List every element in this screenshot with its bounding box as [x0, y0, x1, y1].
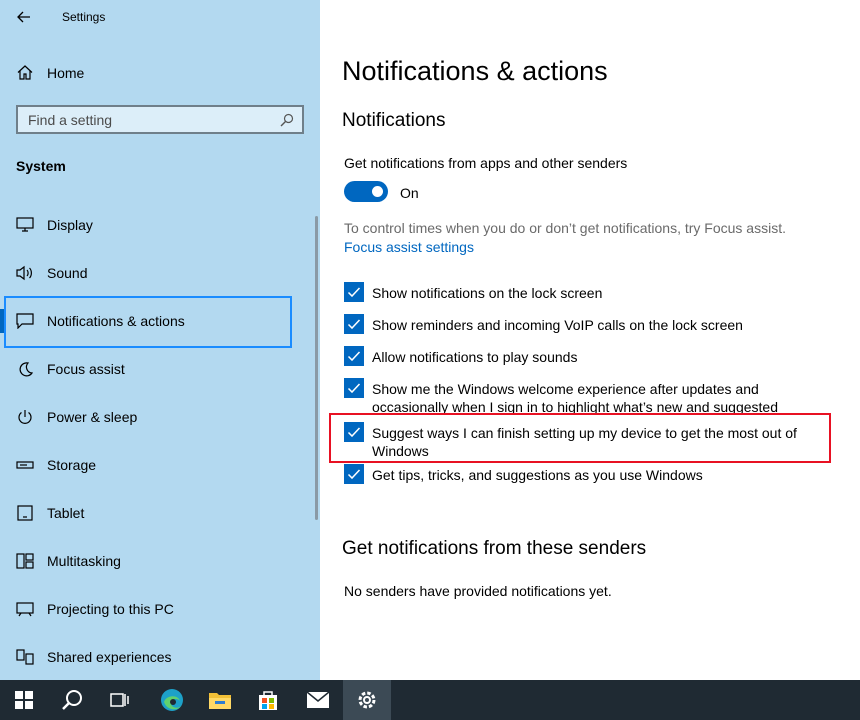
mail-button[interactable] [294, 680, 342, 720]
checkbox-lock-screen[interactable]: Show notifications on the lock screen [344, 282, 794, 302]
checkbox-tips-tricks[interactable]: Get tips, tricks, and suggestions as you… [344, 464, 794, 484]
sidebar-item-label: Storage [47, 457, 97, 473]
checkmark-icon [347, 287, 361, 298]
notifications-heading: Notifications [342, 110, 446, 131]
no-senders-text: No senders have provided notifications y… [344, 583, 612, 599]
checkbox[interactable] [344, 422, 364, 442]
sidebar-item-label: Tablet [47, 505, 85, 521]
checkmark-icon [347, 383, 361, 394]
home-nav-item[interactable]: Home [0, 57, 320, 89]
checkbox-label: Suggest ways I can finish setting up my … [372, 425, 797, 459]
search-icon [280, 113, 294, 127]
speaker-icon [16, 265, 32, 281]
back-arrow-icon [17, 11, 30, 23]
sidebar-item-focus-assist[interactable]: Focus assist [0, 347, 320, 391]
checkbox[interactable] [344, 314, 364, 334]
sidebar-item-label: Shared experiences [47, 649, 172, 665]
multitasking-icon [16, 553, 34, 569]
search-placeholder: Find a setting [28, 112, 113, 128]
sidebar-item-label: Notifications & actions [47, 313, 185, 329]
main-content: Notifications & actions Notifications Ge… [320, 0, 860, 680]
checkbox-suggest-setup[interactable]: Suggest ways I can finish setting up my … [344, 422, 797, 459]
checkmark-icon [347, 319, 361, 330]
windows-start-icon [15, 691, 33, 709]
checkbox-welcome-experience[interactable]: Show me the Windows welcome experience a… [344, 378, 794, 414]
home-label: Home [47, 65, 85, 81]
taskbar-search-button[interactable] [48, 680, 96, 720]
mail-icon [306, 691, 330, 708]
checkbox-play-sounds[interactable]: Allow notifications to play sounds [344, 346, 794, 366]
toggle-knob [372, 186, 383, 197]
tablet-icon [17, 505, 33, 521]
taskbar [0, 680, 860, 720]
projector-icon [16, 602, 34, 617]
checkmark-icon [347, 469, 361, 480]
edge-button[interactable] [148, 680, 196, 720]
checkbox[interactable] [344, 346, 364, 366]
checkbox-reminders-voip[interactable]: Show reminders and incoming VoIP calls o… [344, 314, 794, 334]
edge-icon [161, 689, 183, 711]
senders-heading: Get notifications from these senders [342, 538, 647, 559]
sidebar-item-power-sleep[interactable]: Power & sleep [0, 395, 320, 439]
sidebar-item-notifications[interactable]: Notifications & actions [0, 299, 320, 343]
task-view-icon [110, 693, 129, 707]
window-title: Settings [62, 10, 106, 24]
sidebar-item-shared-experiences[interactable]: Shared experiences [0, 635, 320, 679]
get-notifications-label: Get notifications from apps and other se… [344, 155, 628, 171]
notification-icon [16, 313, 34, 329]
checkbox-label: Allow notifications to play sounds [372, 349, 578, 365]
sidebar-item-label: Projecting to this PC [47, 601, 174, 617]
focus-assist-hint: To control times when you do or don’t ge… [344, 220, 786, 236]
sidebar-item-label: Multitasking [47, 553, 121, 569]
focus-assist-settings-link[interactable]: Focus assist settings [344, 239, 474, 255]
moon-icon [19, 362, 34, 377]
sidebar-item-label: Power & sleep [47, 409, 138, 425]
monitor-icon [16, 217, 34, 232]
windows-start-button[interactable] [0, 680, 48, 720]
checkbox[interactable] [344, 282, 364, 302]
checkbox-label: Show reminders and incoming VoIP calls o… [372, 317, 743, 333]
store-button[interactable] [244, 680, 292, 720]
sidebar-item-display[interactable]: Display [0, 203, 320, 247]
sidebar-item-label: Focus assist [47, 361, 125, 377]
checkbox-label: Show me the Windows welcome experience a… [372, 381, 778, 414]
file-explorer-icon [209, 693, 231, 709]
toggle-state-label: On [400, 185, 419, 201]
back-button[interactable] [12, 6, 36, 28]
checkmark-icon [347, 351, 361, 362]
checkbox[interactable] [344, 378, 364, 398]
sidebar-item-projecting[interactable]: Projecting to this PC [0, 587, 320, 631]
shared-icon [16, 649, 34, 665]
sidebar-item-sound[interactable]: Sound [0, 251, 320, 295]
sidebar-item-multitasking[interactable]: Multitasking [0, 539, 320, 583]
power-icon [18, 410, 32, 424]
notifications-toggle[interactable] [344, 181, 388, 202]
page-title: Notifications & actions [342, 56, 608, 86]
storage-icon [16, 461, 34, 469]
section-title-system: System [16, 158, 66, 174]
checkbox[interactable] [344, 464, 364, 484]
sidebar-item-label: Sound [47, 265, 88, 281]
sidebar-scrollbar[interactable] [315, 216, 318, 520]
task-view-button[interactable] [96, 680, 144, 720]
sidebar-item-storage[interactable]: Storage [0, 443, 320, 487]
checkmark-icon [347, 427, 361, 438]
settings-button[interactable] [343, 680, 391, 720]
sidebar: Settings Home Find a setting System Disp… [0, 0, 320, 680]
title-bar: Settings [0, 0, 320, 34]
store-icon [259, 691, 277, 710]
sidebar-item-tablet[interactable]: Tablet [0, 491, 320, 535]
sidebar-item-label: Display [47, 217, 93, 233]
search-icon [62, 690, 82, 710]
home-icon [17, 65, 33, 80]
file-explorer-button[interactable] [196, 680, 244, 720]
checkbox-label: Show notifications on the lock screen [372, 285, 603, 301]
search-input[interactable]: Find a setting [16, 105, 304, 134]
settings-icon [358, 691, 376, 709]
checkbox-label: Get tips, tricks, and suggestions as you… [372, 467, 703, 483]
selected-indicator [0, 309, 4, 333]
